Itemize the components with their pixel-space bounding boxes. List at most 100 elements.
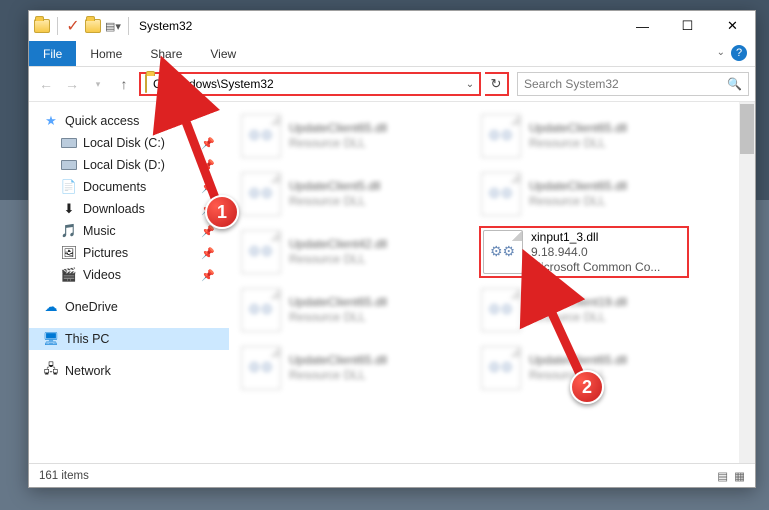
doc-icon: 📄: [61, 179, 77, 195]
dll-file-icon: ⚙⚙: [241, 172, 281, 216]
item-count: 161 items: [39, 470, 89, 482]
dll-file-icon: ⚙⚙: [481, 114, 521, 158]
file-sub: Resource DLL: [289, 252, 387, 267]
thispc-icon: 🖥: [43, 331, 59, 347]
minimize-button[interactable]: —: [620, 12, 665, 40]
file-sub: Resource DLL: [529, 310, 627, 325]
drive-icon: [61, 157, 77, 173]
pin-icon[interactable]: 📌: [201, 247, 215, 260]
scroll-thumb[interactable]: [740, 104, 754, 154]
file-sub: Resource DLL: [289, 194, 380, 209]
dll-file-icon: ⚙⚙: [241, 346, 281, 390]
sidebar-item-local-disk-c-[interactable]: Local Disk (C:)📌: [29, 132, 229, 154]
down-icon: ⬇: [61, 201, 77, 217]
file-sub: Resource DLL: [289, 310, 387, 325]
onedrive[interactable]: ☁ OneDrive: [29, 296, 229, 318]
details-view-button[interactable]: ▤: [717, 469, 728, 483]
file-sub: Resource DLL: [529, 136, 627, 151]
icons-view-button[interactable]: ▦: [734, 469, 745, 483]
sidebar-item-local-disk-d-[interactable]: Local Disk (D:)📌: [29, 154, 229, 176]
file-name: UpdateClient65.dll: [529, 121, 627, 136]
window-title: System32: [139, 19, 192, 33]
file-item[interactable]: ⚙⚙ UpdateClient65.dllResource DLL: [239, 342, 449, 394]
sidebar-item-videos[interactable]: 🎬Videos📌: [29, 264, 229, 286]
sidebar-item-pictures[interactable]: 🖼Pictures📌: [29, 242, 229, 264]
file-tab[interactable]: File: [29, 41, 76, 66]
file-item[interactable]: ⚙⚙ UpdateClient19.dllResource DLL: [479, 284, 689, 336]
maximize-button[interactable]: ☐: [665, 12, 710, 40]
navigation-pane: ★ Quick access Local Disk (C:)📌Local Dis…: [29, 102, 229, 463]
scrollbar[interactable]: [739, 102, 755, 463]
sidebar-item-documents[interactable]: 📄Documents📌: [29, 176, 229, 198]
address-dropdown-icon[interactable]: ⌄: [461, 79, 479, 90]
address-text[interactable]: C:\Windows\System32: [151, 77, 461, 91]
file-item[interactable]: ⚙⚙UpdateClient65.dllResource DLL: [479, 168, 689, 220]
file-item[interactable]: ⚙⚙UpdateClient65.dllResource DLL: [239, 110, 449, 162]
pin-icon[interactable]: 📌: [201, 137, 215, 150]
onedrive-icon: ☁: [43, 299, 59, 315]
search-input[interactable]: Search System32 🔍: [517, 72, 749, 96]
file-sub: Resource DLL: [289, 368, 387, 383]
file-name: xinput1_3.dll: [531, 230, 660, 245]
pic-icon: 🖼: [61, 245, 77, 261]
quick-access[interactable]: ★ Quick access: [29, 110, 229, 132]
file-item[interactable]: ⚙⚙ UpdateClient65.dllResource DLL: [479, 110, 689, 162]
sidebar-item-downloads[interactable]: ⬇Downloads📌: [29, 198, 229, 220]
pin-icon[interactable]: 📌: [201, 159, 215, 172]
explorer-window: ✓ ▤▾ System32 — ☐ ✕ File Home Share View…: [28, 10, 756, 488]
dll-file-icon: ⚙⚙: [481, 346, 521, 390]
file-sub: Resource DLL: [529, 368, 627, 383]
qat-folder-icon[interactable]: [84, 17, 102, 35]
sidebar-item-music[interactable]: 🎵Music📌: [29, 220, 229, 242]
titlebar: ✓ ▤▾ System32 — ☐ ✕: [29, 11, 755, 41]
tab-share[interactable]: Share: [136, 41, 196, 66]
file-sub: Resource DLL: [289, 136, 387, 151]
pin-icon[interactable]: 📌: [201, 225, 215, 238]
pin-icon[interactable]: 📌: [201, 181, 215, 194]
tab-view[interactable]: View: [196, 41, 250, 66]
file-item[interactable]: ⚙⚙ UpdateClient65.dllResource DLL: [479, 342, 689, 394]
file-name: UpdateClient5.dll: [289, 179, 380, 194]
dll-file-icon: ⚙⚙: [481, 172, 521, 216]
file-name: UpdateClient65.dll: [529, 353, 627, 368]
dll-file-icon: ⚙⚙: [481, 288, 521, 332]
this-pc[interactable]: 🖥 This PC: [29, 328, 229, 350]
tab-home[interactable]: Home: [76, 41, 136, 66]
music-icon: 🎵: [61, 223, 77, 239]
file-item[interactable]: ⚙⚙xinput1_3.dll9.18.944.0Microsoft Commo…: [479, 226, 689, 278]
search-placeholder: Search System32: [524, 77, 619, 91]
file-name: UpdateClient19.dll: [529, 295, 627, 310]
pin-icon[interactable]: 📌: [201, 269, 215, 282]
file-name: UpdateClient65.dll: [289, 353, 387, 368]
recent-dropdown[interactable]: ▾: [87, 73, 109, 95]
dll-file-icon: ⚙⚙: [241, 230, 281, 274]
refresh-button[interactable]: ↻: [485, 72, 509, 96]
close-button[interactable]: ✕: [710, 12, 755, 40]
dll-file-icon: ⚙⚙: [483, 230, 523, 274]
search-icon[interactable]: 🔍: [727, 77, 742, 91]
folder-icon: [33, 17, 51, 35]
content-area: ⚙⚙UpdateClient65.dllResource DLL⚙⚙Update…: [229, 102, 755, 463]
back-button[interactable]: ←: [35, 73, 57, 95]
file-name: UpdateClient65.dll: [289, 295, 387, 310]
qat-check-icon[interactable]: ✓: [64, 17, 82, 35]
network[interactable]: 🖧 Network: [29, 360, 229, 382]
help-icon[interactable]: ?: [731, 45, 747, 61]
status-bar: 161 items ▤ ▦: [29, 463, 755, 487]
file-item[interactable]: ⚙⚙ UpdateClient5.dllResource DLL: [239, 168, 449, 220]
drive-icon: [61, 135, 77, 151]
file-name: UpdateClient65.dll: [289, 121, 387, 136]
address-folder-icon: [145, 75, 147, 93]
navbar: ← → ▾ ↑ C:\Windows\System32 ⌄ ↻ Search S…: [29, 67, 755, 101]
pin-icon[interactable]: 📌: [201, 203, 215, 216]
qat-view-icon[interactable]: ▤▾: [104, 17, 122, 35]
star-icon: ★: [43, 113, 59, 129]
file-item[interactable]: ⚙⚙ UpdateClient65.dllResource DLL: [239, 284, 449, 336]
forward-button[interactable]: →: [61, 73, 83, 95]
file-name: UpdateClient42.dll: [289, 237, 387, 252]
dll-file-icon: ⚙⚙: [241, 288, 281, 332]
up-button[interactable]: ↑: [113, 73, 135, 95]
file-item[interactable]: ⚙⚙ UpdateClient42.dllResource DLL: [239, 226, 449, 278]
address-bar[interactable]: C:\Windows\System32 ⌄: [139, 72, 481, 96]
ribbon-expand-icon[interactable]: ⌄: [717, 47, 725, 58]
